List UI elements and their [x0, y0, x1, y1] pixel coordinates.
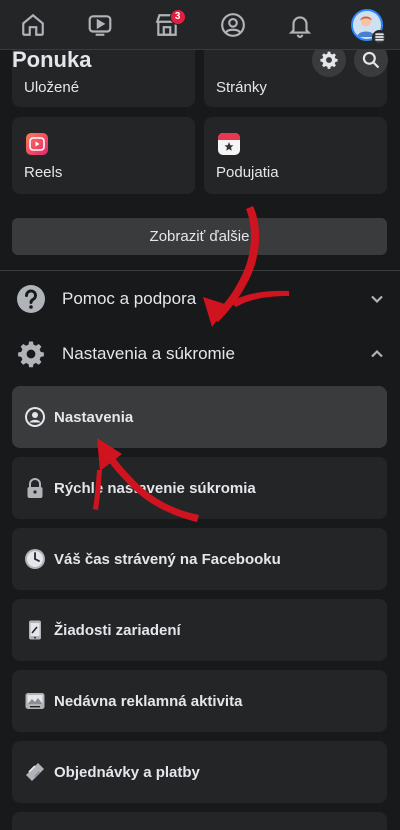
home-icon — [22, 13, 45, 36]
gear-icon — [18, 341, 44, 368]
calendar-icon — [218, 133, 240, 155]
payment-icon — [26, 763, 44, 781]
settings-privacy-row[interactable]: Nastavenia a súkromie — [0, 328, 400, 380]
menu-screen: 3 Ponuka Uložené Stránky Reels Podujatia… — [0, 0, 400, 830]
notification-badge: 3 — [169, 8, 186, 25]
help-support-label: Pomoc a podpora — [62, 289, 197, 308]
lock-icon — [27, 478, 43, 498]
menu-item-orders-payments[interactable]: Objednávky a platby — [12, 741, 387, 803]
page-title: Ponuka — [12, 47, 92, 72]
search-icon — [362, 51, 380, 69]
question-mark-icon — [17, 285, 45, 313]
reels-icon — [26, 133, 48, 155]
tab-home[interactable] — [3, 0, 63, 50]
clock-icon — [25, 549, 45, 569]
menu-item-label: Rýchle nastavenie súkromia — [54, 479, 256, 497]
menu-item-device-requests[interactable]: Žiadosti zariadení — [12, 599, 387, 661]
tab-watch[interactable] — [70, 0, 130, 50]
menu-item-settings[interactable]: Nastavenia — [12, 386, 387, 448]
show-more-button[interactable]: Zobraziť ďalšie — [12, 218, 387, 255]
tab-notifications[interactable] — [270, 0, 330, 50]
chevron-up-icon — [371, 349, 383, 358]
menu-item-label: Žiadosti zariadení — [54, 621, 181, 639]
tab-profile[interactable] — [203, 0, 263, 50]
user-circle-icon — [25, 407, 45, 427]
shortcut-events-label: Podujatia — [216, 164, 279, 181]
page-header: Ponuka — [0, 43, 400, 78]
video-icon — [88, 14, 112, 36]
section-divider — [0, 270, 400, 271]
menu-item-label: Nedávna reklamná aktivita — [54, 692, 243, 710]
shortcut-saved-label: Uložené — [24, 79, 80, 96]
profile-icon — [221, 12, 246, 37]
menu-item-label: Nastavenia — [54, 408, 134, 426]
device-icon — [29, 620, 41, 640]
menu-item-time-on-facebook[interactable]: Váš čas strávený na Facebooku — [12, 528, 387, 590]
menu-item-partial[interactable] — [12, 812, 387, 830]
menu-item-label: Objednávky a platby — [54, 763, 200, 781]
menu-item-privacy-shortcuts[interactable]: Rýchle nastavenie súkromia — [12, 457, 387, 519]
bell-icon — [288, 15, 312, 38]
settings-privacy-label: Nastavenia a súkromie — [62, 344, 235, 363]
gear-icon — [320, 51, 338, 69]
top-navigation-bar: 3 — [0, 0, 400, 50]
ad-activity-icon — [25, 693, 45, 709]
tab-menu[interactable] — [337, 0, 397, 50]
menu-item-label: Váš čas strávený na Facebooku — [54, 550, 281, 568]
menu-lines-icon — [371, 29, 387, 45]
shortcut-pages-label: Stránky — [216, 79, 267, 96]
help-support-row[interactable]: Pomoc a podpora — [0, 273, 400, 325]
shortcut-events[interactable]: Podujatia — [204, 117, 387, 194]
menu-item-recent-ad-activity[interactable]: Nedávna reklamná aktivita — [12, 670, 387, 732]
chevron-down-icon — [371, 295, 383, 304]
tab-marketplace[interactable]: 3 — [137, 0, 197, 50]
shortcut-reels[interactable]: Reels — [12, 117, 195, 194]
shortcut-reels-label: Reels — [24, 164, 63, 181]
avatar — [350, 8, 387, 45]
